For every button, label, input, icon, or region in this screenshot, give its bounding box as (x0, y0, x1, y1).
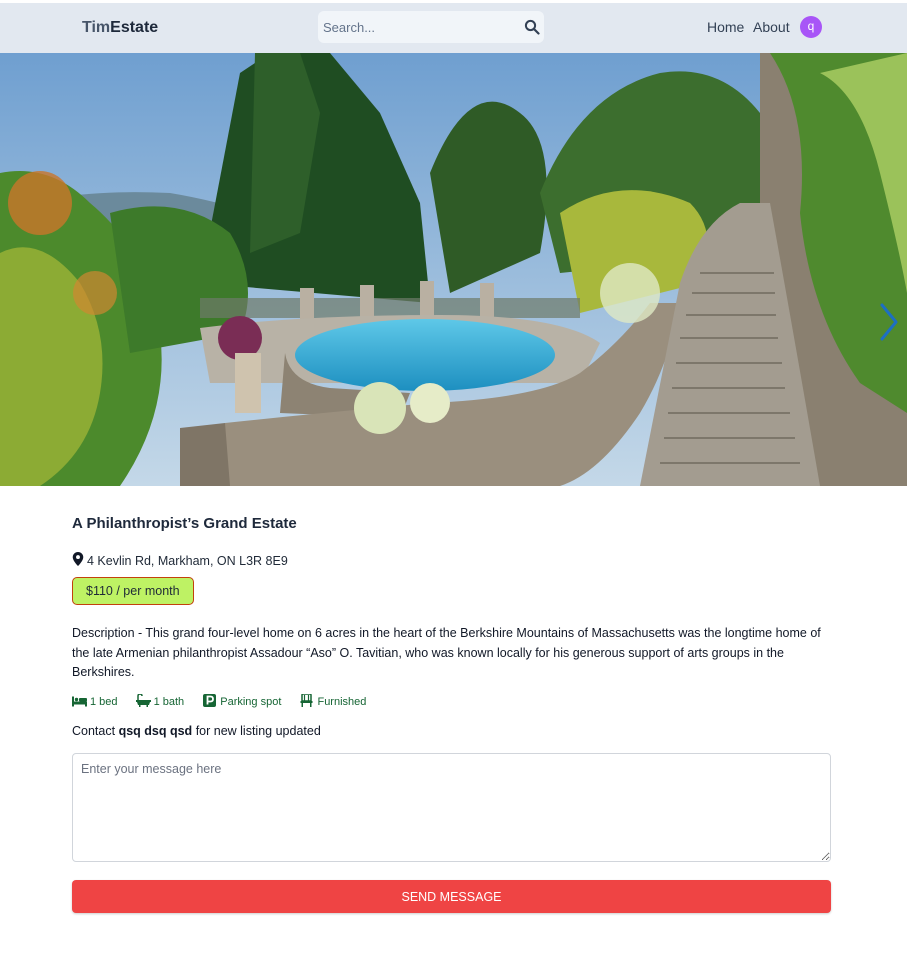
estate-photo (0, 53, 907, 486)
feature-baths: 1 bath (135, 693, 185, 708)
contact-line: Contact qsq dsq qsd for new listing upda… (72, 724, 321, 738)
parking-icon (203, 694, 217, 707)
site-logo[interactable]: TimEstate (82, 19, 158, 37)
contact-prefix: Contact (72, 724, 116, 738)
feature-parking-label: Parking spot (220, 696, 282, 708)
chevron-right-icon[interactable] (876, 301, 902, 343)
feature-beds-label: 1 bed (90, 696, 118, 708)
landlord-name: qsq dsq qsd (118, 724, 193, 738)
listing-description: Description - This grand four-level home… (72, 626, 821, 679)
chair-icon (300, 693, 313, 707)
bath-icon (135, 693, 151, 707)
bed-icon (72, 696, 87, 707)
listing-title: A Philanthropist’s Grand Estate (72, 515, 297, 532)
search-input[interactable] (318, 11, 514, 43)
search-form (318, 11, 544, 43)
listing-image-carousel (0, 53, 907, 486)
top-navbar: TimEstate Home About q (0, 3, 907, 53)
nav-home-link[interactable]: Home (707, 19, 744, 35)
listing-address: 4 Kevlin Rd, Markham, ON L3R 8E9 (72, 552, 288, 568)
listing-features: 1 bed 1 bath Parking spot Furnished (72, 693, 381, 708)
price-badge: $110 / per month (72, 577, 194, 605)
feature-parking: Parking spot (202, 694, 281, 708)
nav-about-link[interactable]: About (753, 19, 790, 35)
logo-part-tim: Tim (82, 19, 111, 36)
user-avatar[interactable]: q (800, 16, 822, 38)
address-text: 4 Kevlin Rd, Markham, ON L3R 8E9 (87, 554, 288, 568)
map-pin-icon (72, 552, 84, 566)
feature-baths-label: 1 bath (153, 696, 185, 708)
feature-beds: 1 bed (72, 694, 118, 708)
feature-furnished: Furnished (299, 693, 367, 708)
contact-suffix: for new listing updated (195, 724, 321, 738)
search-icon[interactable] (524, 19, 540, 35)
send-message-button[interactable]: Send Message (72, 880, 831, 913)
feature-furnished-label: Furnished (317, 696, 367, 708)
message-textarea[interactable] (72, 753, 831, 862)
logo-part-estate: Estate (110, 19, 159, 36)
